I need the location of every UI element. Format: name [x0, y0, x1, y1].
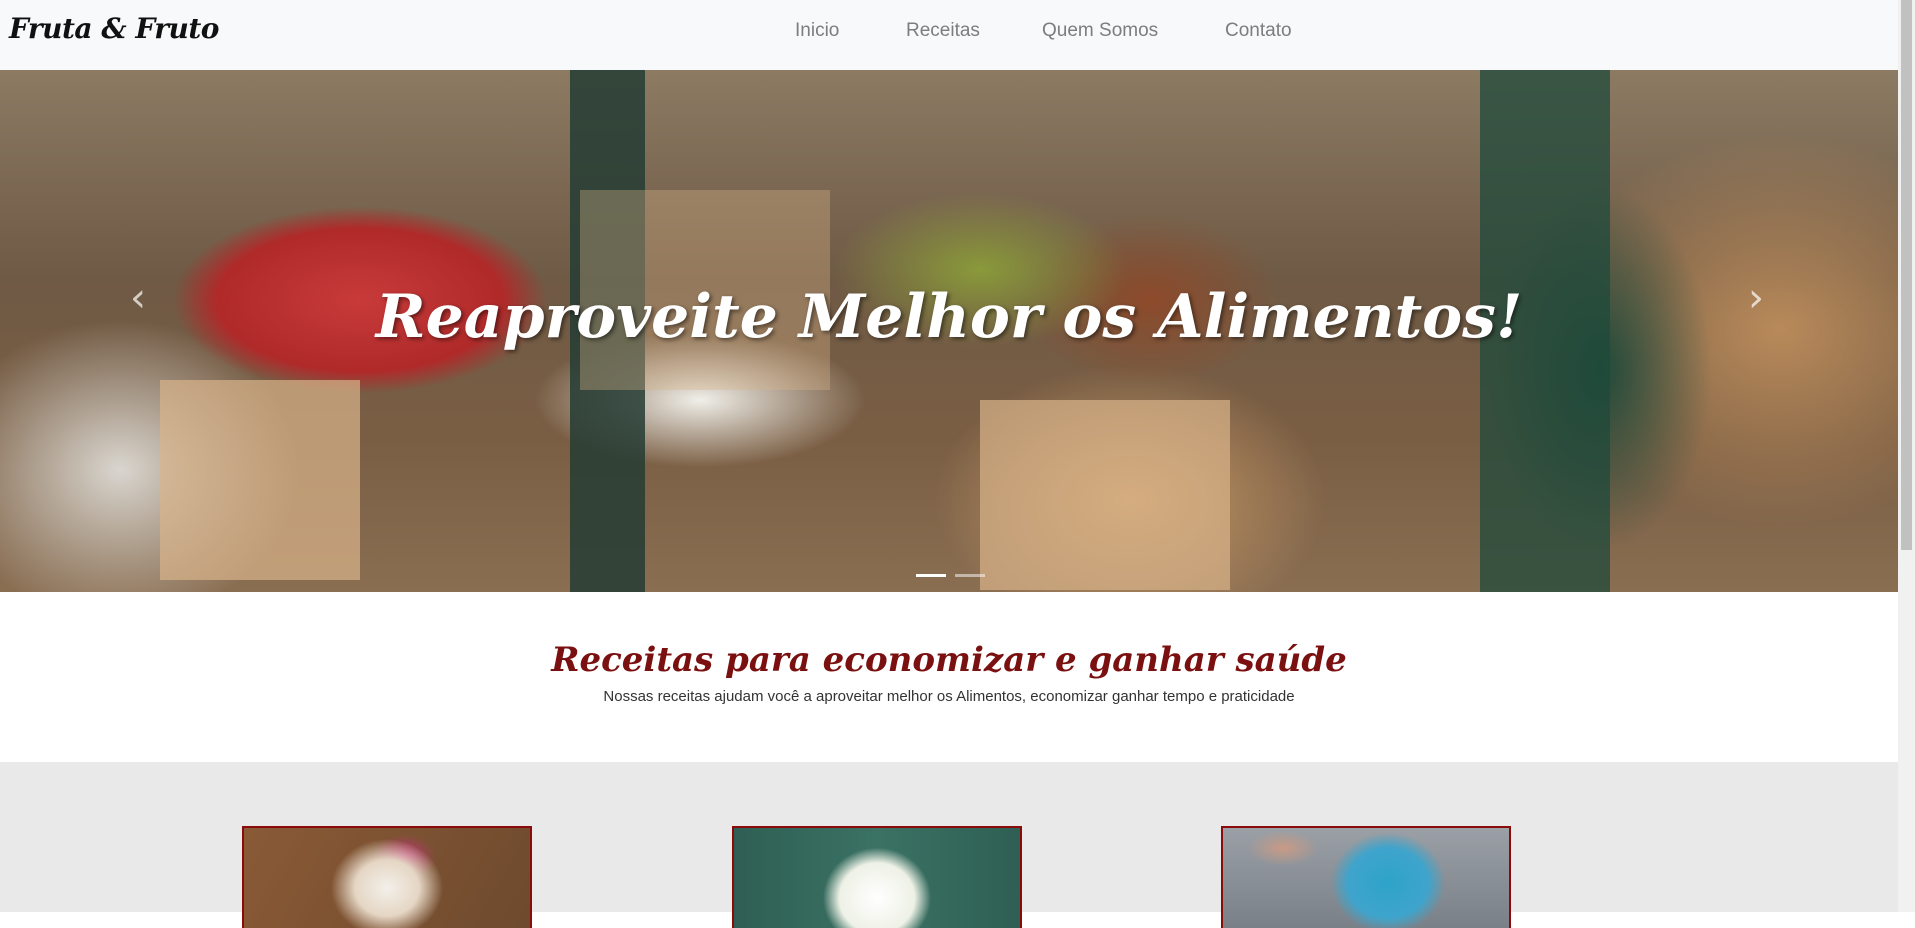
nav-link-inicio[interactable]: Inicio: [795, 20, 839, 42]
hero-carousel: Reaproveite Melhor os Alimentos! ‹ ›: [0, 70, 1898, 592]
recipe-card-3[interactable]: [1221, 826, 1511, 928]
scrollbar-thumb[interactable]: [1901, 0, 1912, 550]
nav-link-receitas[interactable]: Receitas: [906, 20, 980, 42]
chevron-right-icon[interactable]: ›: [1748, 275, 1764, 321]
section-subtitle: Nossas receitas ajudam você a aproveitar…: [603, 688, 1295, 705]
nav-link-contato[interactable]: Contato: [1225, 20, 1292, 42]
market-crate: [160, 380, 360, 580]
chevron-left-icon[interactable]: ‹: [130, 275, 146, 321]
carousel-indicator[interactable]: [916, 574, 946, 577]
market-crate: [980, 400, 1230, 590]
hero-title: Reaproveite Melhor os Alimentos!: [375, 282, 1523, 352]
recipe-card-1[interactable]: [242, 826, 532, 928]
nav-link-quem-somos[interactable]: Quem Somos: [1042, 20, 1158, 42]
recipe-card-2[interactable]: [732, 826, 1022, 928]
vertical-scrollbar[interactable]: [1898, 0, 1915, 912]
carousel-indicator[interactable]: [955, 574, 986, 577]
brand-logo[interactable]: Fruta & Fruto: [9, 12, 219, 45]
section-title: Receitas para economizar e ganhar saúde: [551, 640, 1347, 680]
carousel-indicators: [916, 562, 989, 581]
navbar: Fruta & Fruto Inicio Receitas Quem Somos…: [0, 0, 1898, 70]
